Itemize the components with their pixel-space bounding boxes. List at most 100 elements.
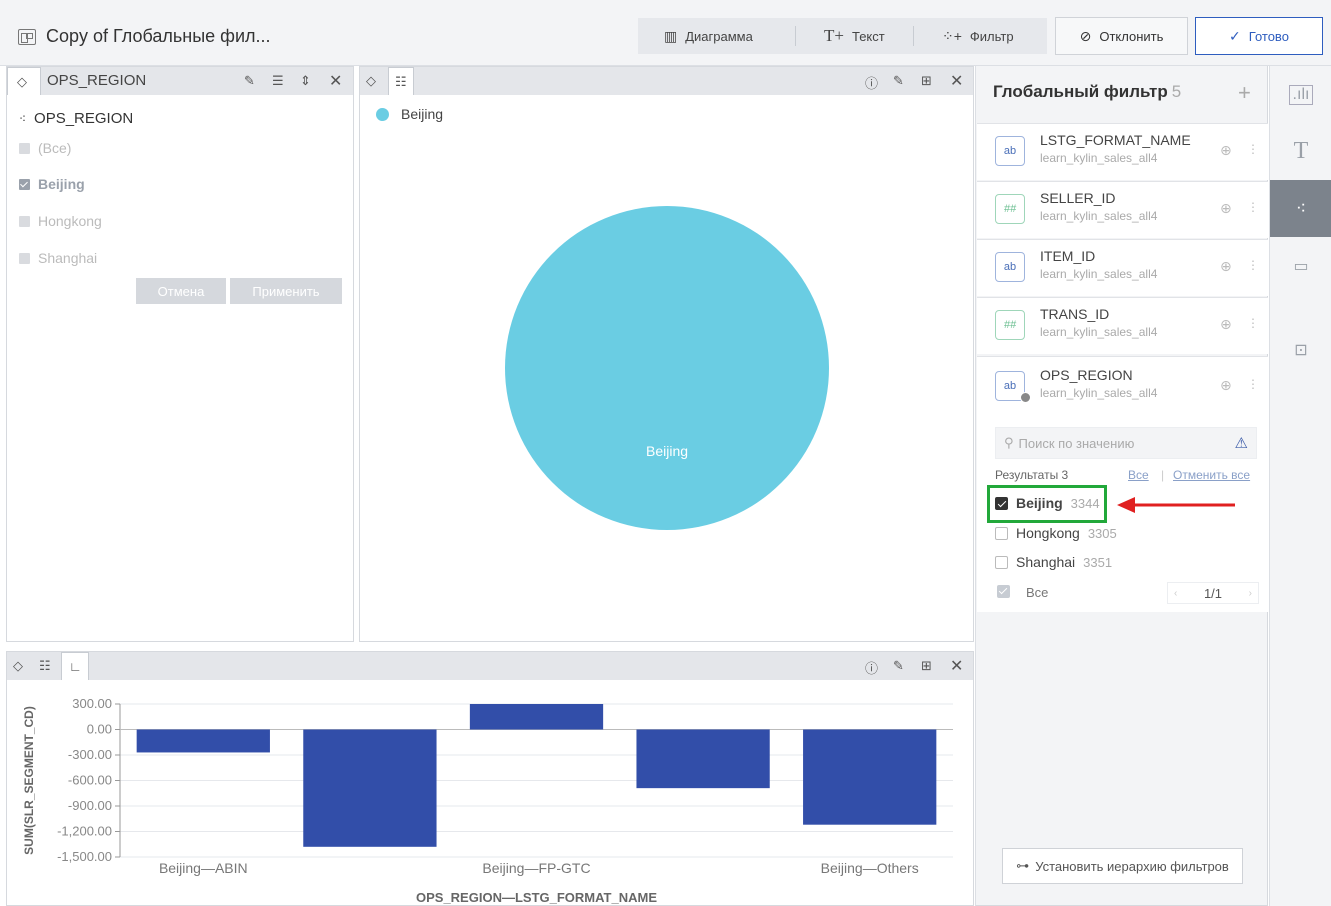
checkbox[interactable]: [19, 178, 30, 190]
y-tick-label: -900.00: [68, 798, 112, 813]
apply-button[interactable]: Применить: [230, 278, 342, 304]
globe-icon[interactable]: ⊕: [1220, 316, 1232, 333]
results-count: Результаты 3: [995, 468, 1069, 482]
warning-icon[interactable]: ⚠: [1235, 434, 1248, 452]
filter-item-item-id[interactable]: ab ITEM_ID learn_kylin_sales_all4 ⊕ ⋮: [977, 239, 1268, 296]
checkbox[interactable]: [995, 526, 1008, 540]
checkbox[interactable]: [19, 215, 30, 227]
value-search-input[interactable]: ⚲ Поиск по значению ⚠: [995, 427, 1257, 459]
tab-list[interactable]: ☷: [388, 67, 414, 95]
value-option-shanghai[interactable]: Shanghai 3351: [995, 554, 1112, 570]
prev-page-icon[interactable]: ‹: [1174, 588, 1177, 599]
y-tick-label: 300.00: [72, 696, 112, 711]
add-filter-icon[interactable]: +: [1238, 80, 1251, 106]
add-text-button[interactable]: T+ Текст: [812, 18, 897, 54]
filter-option-hongkong[interactable]: Hongkong: [19, 213, 102, 229]
rail-chart-button[interactable]: .ılı: [1270, 66, 1331, 123]
globe-icon[interactable]: ⊕: [1220, 142, 1232, 159]
filter-option-shanghai[interactable]: Shanghai: [19, 250, 97, 266]
filter-option-all[interactable]: (Все): [19, 140, 71, 156]
text-type-icon: ab: [995, 136, 1025, 166]
done-button[interactable]: ✓ Готово: [1195, 17, 1323, 55]
tab-axis[interactable]: ∟: [61, 652, 89, 680]
text-type-icon: ab: [995, 252, 1025, 282]
dashboard-icon: [18, 28, 36, 45]
more-icon[interactable]: ⋮: [1247, 258, 1259, 272]
select-all-link[interactable]: Все: [1128, 468, 1149, 482]
more-icon[interactable]: ⋮: [1247, 200, 1259, 214]
rail-filter-button[interactable]: ⁖: [1270, 180, 1331, 237]
next-page-icon[interactable]: ›: [1249, 588, 1252, 599]
bar[interactable]: [303, 729, 437, 847]
option-label: Beijing: [38, 176, 85, 192]
pie-slice-beijing[interactable]: [505, 206, 829, 530]
list-icon: ☷: [395, 74, 407, 89]
globe-icon[interactable]: ⊕: [1220, 377, 1232, 394]
add-chart-button[interactable]: ▥ Диаграмма: [652, 18, 765, 54]
separator: [795, 26, 796, 46]
globe-icon[interactable]: ⊕: [1220, 200, 1232, 217]
bar[interactable]: [803, 729, 937, 825]
filter-item-name: TRANS_ID: [1040, 306, 1110, 322]
filter-item-name[interactable]: OPS_REGION: [1040, 367, 1133, 383]
more-icon[interactable]: ⋮: [1247, 377, 1259, 391]
more-icon[interactable]: ⋮: [1247, 142, 1259, 156]
filter-item-seller-id[interactable]: ## SELLER_ID learn_kylin_sales_all4 ⊕ ⋮: [977, 181, 1268, 238]
x-tick-label: Beijing—FP-GTC: [482, 860, 590, 876]
value-label: Shanghai: [1016, 554, 1076, 570]
value-count: 3305: [1087, 525, 1117, 541]
document-title: Copy of Глобальные фил...: [18, 26, 271, 47]
y-tick-label: -300.00: [68, 747, 112, 762]
filter-option-beijing[interactable]: Beijing: [19, 176, 85, 192]
y-tick-label: -1,500.00: [57, 849, 112, 864]
filter-item-lstg-format-name[interactable]: ab LSTG_FORMAT_NAME learn_kylin_sales_al…: [977, 123, 1268, 180]
close-icon[interactable]: ✕: [329, 71, 342, 91]
y-tick-label: -1,200.00: [57, 824, 112, 839]
cancel-button[interactable]: Отмена: [136, 278, 226, 304]
checkbox[interactable]: [19, 142, 30, 154]
more-icon[interactable]: ⋮: [1247, 316, 1259, 330]
globe-icon[interactable]: ⊕: [1220, 258, 1232, 275]
edit-icon[interactable]: ✎: [893, 73, 904, 89]
value-count: 3351: [1083, 554, 1113, 570]
rail-image-button[interactable]: ▭: [1270, 237, 1331, 294]
filter-footer: Все ‹ 1/1 ›: [977, 576, 1268, 612]
separator: |: [1161, 468, 1165, 482]
rail-settings-button[interactable]: ⊡: [1270, 321, 1331, 378]
filter-hierarchy-button[interactable]: ⊶ Установить иерархию фильтров: [1002, 848, 1243, 884]
close-icon[interactable]: ✕: [950, 71, 963, 91]
value-option-hongkong[interactable]: Hongkong 3305: [995, 525, 1117, 541]
filter-item-ops-region-expanded: ab OPS_REGION learn_kylin_sales_all4 ⊕ ⋮…: [977, 356, 1268, 602]
checkbox[interactable]: [995, 555, 1008, 569]
edit-icon[interactable]: ✎: [244, 73, 255, 89]
reject-button[interactable]: ⊘ Отклонить: [1055, 17, 1188, 55]
close-icon[interactable]: ✕: [950, 656, 963, 676]
list-icon[interactable]: ☷: [39, 658, 51, 674]
reject-label: Отклонить: [1099, 28, 1164, 44]
global-filter-count: 5: [1171, 82, 1182, 101]
info-icon[interactable]: ⓘ: [865, 658, 878, 677]
filter-item-trans-id[interactable]: ## TRANS_ID learn_kylin_sales_all4 ⊕ ⋮: [977, 297, 1268, 354]
tab-tag[interactable]: ◇: [7, 67, 41, 95]
filter-item-name: SELLER_ID: [1040, 190, 1116, 206]
info-icon[interactable]: ⓘ: [865, 73, 878, 92]
expand-icon[interactable]: ⊞: [921, 658, 932, 674]
sort-icon[interactable]: ⇕: [300, 73, 311, 89]
filter-item-source: learn_kylin_sales_all4: [1040, 325, 1158, 339]
select-all-checkbox[interactable]: [997, 585, 1010, 598]
bar[interactable]: [636, 729, 770, 789]
bar[interactable]: [469, 704, 604, 730]
rail-text-button[interactable]: T: [1270, 123, 1331, 180]
list-icon[interactable]: ☰: [272, 73, 284, 89]
filter-item-name: ITEM_ID: [1040, 248, 1096, 264]
filter-item-source: learn_kylin_sales_all4: [1040, 267, 1158, 281]
bar[interactable]: [136, 729, 270, 753]
tab-tag[interactable]: ◇: [360, 67, 388, 95]
tag-icon[interactable]: ◇: [13, 658, 23, 674]
select-all-label: Все: [1026, 585, 1049, 600]
add-filter-button[interactable]: ⁘+ Фильтр: [930, 18, 1026, 54]
edit-icon[interactable]: ✎: [893, 658, 904, 674]
expand-icon[interactable]: ⊞: [921, 73, 932, 89]
checkbox[interactable]: [19, 252, 30, 264]
clear-all-link[interactable]: Отменить все: [1173, 468, 1250, 482]
